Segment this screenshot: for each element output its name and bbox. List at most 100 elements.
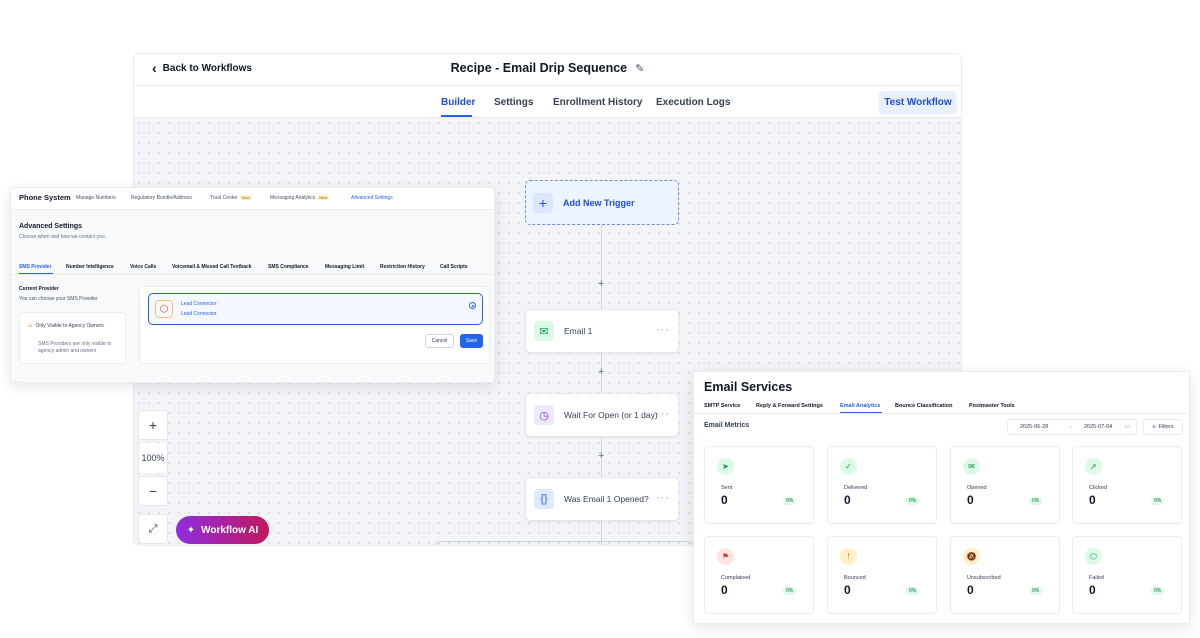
metric-label: Failed bbox=[1089, 575, 1104, 581]
metric-card-unsubscribed: 🔕 Unsubscribed 0 0% bbox=[950, 536, 1060, 614]
metric-card-sent: ➤ Sent 0 0% bbox=[704, 446, 814, 524]
nav-messaging-analytics-label: Messaging Analytics bbox=[270, 195, 316, 201]
cancel-button[interactable]: Cancel bbox=[425, 334, 454, 348]
add-new-trigger-button[interactable]: + Add New Trigger bbox=[525, 180, 679, 225]
workflow-header: ‹ Back to Workflows Recipe - Email Drip … bbox=[134, 54, 961, 86]
workflow-ai-button[interactable]: ✦ Workflow AI bbox=[176, 516, 269, 544]
node-label: Email 1 bbox=[564, 326, 593, 336]
phone-system-panel: Phone System Manage Numbers Regulatory B… bbox=[10, 187, 495, 383]
workflow-tabs: Builder Settings Enrollment History Exec… bbox=[134, 87, 961, 118]
more-options-icon[interactable]: ··· bbox=[656, 324, 670, 336]
metric-value: 0 bbox=[1089, 583, 1096, 597]
arrow-right-icon: → bbox=[1068, 424, 1074, 430]
tab-builder[interactable]: Builder bbox=[441, 97, 475, 108]
nav-regulatory-bundle[interactable]: Regulatory Bundle/Address bbox=[131, 195, 192, 201]
date-to: 2025-07-04 bbox=[1084, 424, 1113, 430]
phone-system-header: Phone System Manage Numbers Regulatory B… bbox=[11, 188, 494, 210]
metric-card-complained: ⚑ Complained 0 0% bbox=[704, 536, 814, 614]
braces-icon: {} bbox=[534, 489, 554, 509]
notice-title-text: Only Visible to Agency Owners bbox=[35, 323, 104, 329]
node-label: Was Email 1 Opened? bbox=[564, 494, 649, 504]
tab-smtp-service[interactable]: SMTP Service bbox=[704, 403, 740, 409]
add-step-plus-icon[interactable]: + bbox=[598, 278, 604, 290]
workflow-title: Recipe - Email Drip Sequence bbox=[450, 61, 628, 75]
add-step-plus-icon[interactable]: + bbox=[598, 366, 604, 378]
tab-execution-logs[interactable]: Execution Logs bbox=[656, 97, 730, 108]
lead-connector-logo-icon: ⬡ bbox=[155, 300, 173, 318]
date-range-picker[interactable]: 2025-06-28 → 2025-07-04 ▭ bbox=[1007, 419, 1137, 435]
email-services-title: Email Services bbox=[704, 380, 793, 394]
tab-postmaster-tools[interactable]: Postmaster Tools bbox=[969, 403, 1015, 409]
workflow-node-condition[interactable]: {} Was Email 1 Opened? ··· bbox=[525, 477, 679, 521]
tab-reply-forward[interactable]: Reply & Forward Settings bbox=[756, 403, 823, 409]
metric-percent-badge: 0% bbox=[1029, 497, 1043, 505]
cursor-click-icon: ➚ bbox=[1085, 458, 1102, 475]
more-options-icon[interactable]: ··· bbox=[656, 408, 670, 420]
metric-percent-badge: 0% bbox=[1151, 587, 1165, 595]
calendar-icon: ▭ bbox=[1124, 424, 1130, 430]
test-workflow-button[interactable]: Test Workflow bbox=[879, 91, 957, 114]
branch-connector bbox=[434, 541, 694, 545]
divider bbox=[11, 274, 494, 275]
metric-label: Opened bbox=[967, 485, 987, 491]
zoom-in-button[interactable]: + bbox=[138, 410, 168, 440]
workflow-node-email[interactable]: ✉ Email 1 ··· bbox=[525, 309, 679, 353]
tab-enrollment-history[interactable]: Enrollment History bbox=[553, 97, 642, 108]
fit-view-button[interactable]: ⤢ bbox=[138, 514, 168, 544]
current-provider-subtitle: You can choose your SMS Provider bbox=[19, 296, 98, 302]
check-circle-icon: ✓ bbox=[840, 458, 857, 475]
add-step-plus-icon[interactable]: + bbox=[598, 450, 604, 462]
metric-percent-badge: 0% bbox=[1029, 587, 1043, 595]
divider bbox=[694, 413, 1189, 414]
mail-open-icon: ✉ bbox=[963, 458, 980, 475]
more-options-icon[interactable]: ··· bbox=[656, 492, 670, 504]
metric-value: 0 bbox=[844, 583, 851, 597]
provider-option-lead-connector[interactable]: ⬡ Lead Connector Lead Connector bbox=[148, 293, 483, 325]
email-metrics-heading: Email Metrics bbox=[704, 422, 750, 429]
warning-icon: ⚠ bbox=[28, 323, 33, 329]
subtab-voicemail[interactable]: Voicemail & Missed Call Textback bbox=[172, 264, 252, 270]
workflow-node-wait[interactable]: ◷ Wait For Open (or 1 day) ··· bbox=[525, 393, 679, 437]
metric-percent-badge: 0% bbox=[906, 497, 920, 505]
metric-label: Delivered bbox=[844, 485, 868, 491]
minus-icon: − bbox=[148, 483, 158, 499]
metric-label: Sent bbox=[721, 485, 733, 491]
save-button[interactable]: Save bbox=[460, 334, 483, 348]
nav-trust-center-label: Trust Center bbox=[210, 195, 238, 201]
subtab-number-intelligence[interactable]: Number Intelligence bbox=[66, 264, 114, 270]
section-title: Advanced Settings bbox=[19, 223, 83, 230]
metric-value: 0 bbox=[967, 493, 974, 507]
metric-card-delivered: ✓ Delivered 0 0% bbox=[827, 446, 937, 524]
subtab-voice-calls[interactable]: Voice Calls bbox=[130, 264, 156, 270]
active-tab-indicator bbox=[441, 115, 472, 117]
nav-trust-center[interactable]: Trust Center New bbox=[210, 195, 252, 201]
metric-percent-badge: 0% bbox=[906, 587, 920, 595]
subtab-sms-compliance[interactable]: SMS Compliance bbox=[268, 264, 309, 270]
subtab-call-scripts[interactable]: Call Scripts bbox=[440, 264, 468, 270]
email-icon: ✉ bbox=[534, 321, 554, 341]
provider-radio[interactable] bbox=[469, 302, 476, 309]
filters-button[interactable]: ≡ Filters bbox=[1143, 419, 1183, 435]
plus-icon: + bbox=[533, 192, 553, 213]
tab-bounce-classification[interactable]: Bounce Classification bbox=[895, 403, 952, 409]
metric-card-failed: ⬡ Failed 0 0% bbox=[1072, 536, 1182, 614]
metric-card-bounced: ! Bounced 0 0% bbox=[827, 536, 937, 614]
metric-value: 0 bbox=[721, 583, 728, 597]
zoom-out-button[interactable]: − bbox=[138, 476, 168, 506]
clock-icon: ◷ bbox=[534, 405, 554, 425]
tab-email-analytics[interactable]: Email Analytics bbox=[840, 403, 880, 409]
metric-card-opened: ✉ Opened 0 0% bbox=[950, 446, 1060, 524]
provider-selection-card: ⬡ Lead Connector Lead Connector Cancel S… bbox=[139, 286, 490, 364]
nav-advanced-settings[interactable]: Advanced Settings bbox=[351, 195, 393, 201]
subtab-sms-provider[interactable]: SMS Provider bbox=[19, 264, 52, 270]
nav-manage-numbers[interactable]: Manage Numbers bbox=[76, 195, 116, 201]
nav-messaging-analytics[interactable]: Messaging Analytics New bbox=[270, 195, 330, 201]
workflow-ai-label: Workflow AI bbox=[201, 524, 259, 536]
tab-settings[interactable]: Settings bbox=[494, 97, 533, 108]
subtab-restriction-history[interactable]: Restriction History bbox=[380, 264, 425, 270]
metric-value: 0 bbox=[721, 493, 728, 507]
subtab-messaging-limit[interactable]: Messaging Limit bbox=[325, 264, 364, 270]
metric-label: Unsubscribed bbox=[967, 575, 1001, 581]
edit-pencil-icon[interactable]: ✎ bbox=[635, 63, 644, 75]
bell-off-icon: 🔕 bbox=[963, 548, 980, 565]
